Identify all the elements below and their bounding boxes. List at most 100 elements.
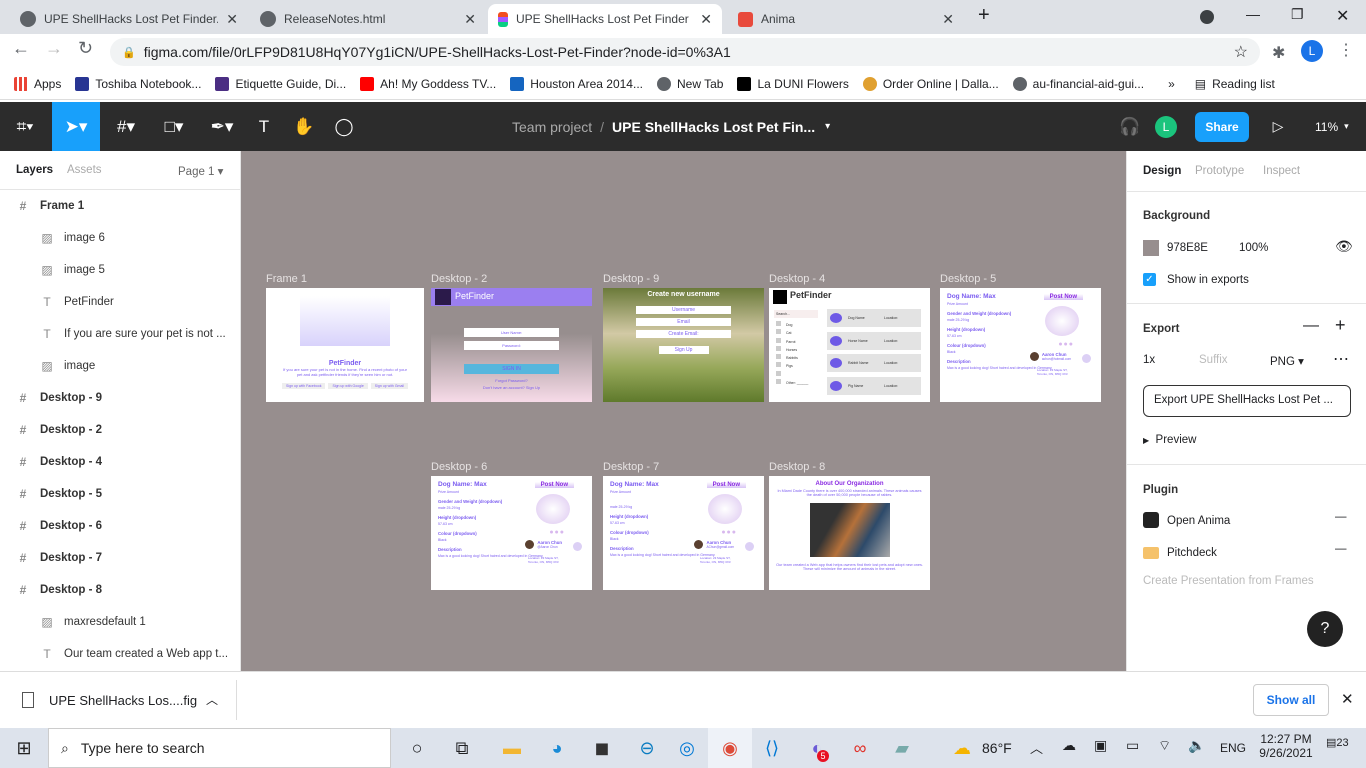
frame-1[interactable]: PetFinder If you are sure your pet is no… <box>266 288 424 402</box>
reload-icon[interactable]: ↻ <box>78 38 93 59</box>
present-icon[interactable]: ▷ <box>1268 102 1288 151</box>
layer-item[interactable]: # Desktop - 5 <box>0 478 240 510</box>
more-options-icon[interactable]: ⋯ <box>1333 349 1349 369</box>
extensions-icon[interactable]: ✱ <box>1272 43 1285 63</box>
app-icon[interactable]: ◎ <box>665 728 709 768</box>
suffix-input[interactable]: Suffix <box>1199 354 1228 366</box>
frame-label[interactable]: Frame 1 <box>266 273 307 285</box>
preview-toggle[interactable]: ▶ Preview <box>1143 434 1196 446</box>
tab-figma[interactable]: UPE ShellHacks Lost Pet Finder – Figma✕ <box>488 4 722 34</box>
add-export-icon[interactable]: + <box>1335 315 1346 336</box>
layer-item[interactable]: T Our team created a Web app t... <box>0 638 240 670</box>
bookmark-goddess[interactable]: Ah! My Goddess TV... <box>360 76 496 91</box>
layer-item[interactable]: # Desktop - 2 <box>0 414 240 446</box>
notifications-icon[interactable]: ▤23 <box>1326 736 1349 749</box>
layer-item[interactable]: T PetFinder <box>0 286 240 318</box>
rectangle-tool-icon[interactable]: □▾ <box>152 102 196 151</box>
format-dropdown[interactable]: PNG ▾ <box>1270 354 1304 368</box>
hand-tool-icon[interactable]: ✋ <box>290 102 318 151</box>
remove-plugin-icon[interactable]: — <box>1335 511 1347 523</box>
move-tool-icon[interactable]: ➤▾ <box>52 102 100 151</box>
comment-tool-icon[interactable]: ◯ <box>330 102 358 151</box>
export-button[interactable]: Export UPE ShellHacks Lost Pet ... <box>1143 385 1351 417</box>
layer-item[interactable]: # Desktop - 6 <box>0 510 240 542</box>
volume-icon[interactable]: 🔈 <box>1188 737 1205 754</box>
tray-icon[interactable]: ▣ <box>1094 737 1107 754</box>
tab-design[interactable]: Design <box>1143 165 1181 177</box>
weather-temp[interactable]: 86°F <box>982 740 1012 756</box>
bookmark-financial-aid[interactable]: au-financial-aid-gui... <box>1012 76 1144 91</box>
file-explorer-icon[interactable]: ▬ <box>490 728 534 768</box>
url-field[interactable]: 🔒 figma.com/file/0rLFP9D81U8HqY07Yg1iCN/U… <box>110 38 1260 66</box>
figma-menu-icon[interactable]: ⌗▾ <box>0 102 50 151</box>
minimize-icon[interactable]: — <box>1246 6 1260 22</box>
show-in-exports-checkbox[interactable]: ✓ <box>1143 273 1156 286</box>
frame-label[interactable]: Desktop - 4 <box>769 273 825 285</box>
new-tab-button[interactable]: + <box>978 4 990 27</box>
tab-prototype[interactable]: Prototype <box>1195 165 1244 177</box>
reading-list[interactable]: ▤ Reading list <box>1195 77 1275 91</box>
edge-icon[interactable]: ◕ <box>535 728 579 768</box>
layer-item[interactable]: # Desktop - 8 <box>0 574 240 606</box>
discord-icon[interactable]: ◐ 5 <box>795 728 839 768</box>
close-tab-icon[interactable]: ✕ <box>464 11 476 28</box>
page-selector[interactable]: Page 1 ▾ <box>178 164 223 178</box>
close-tab-icon[interactable]: ✕ <box>700 11 712 28</box>
language-indicator[interactable]: ENG <box>1220 741 1246 755</box>
tab-layers[interactable]: Layers <box>16 164 53 176</box>
show-all-button[interactable]: Show all <box>1253 684 1329 716</box>
desktop-4-frame[interactable]: PetFinder Search... Dog Cat Parrot Horses Ra… <box>769 288 930 402</box>
desktop-2-frame[interactable]: PetFinder User Name: Password: SIGN IN F… <box>431 288 592 402</box>
close-download-bar-icon[interactable]: ✕ <box>1341 690 1354 708</box>
back-icon[interactable]: ← <box>12 38 30 59</box>
remove-plugin-icon[interactable]: — <box>1335 543 1347 555</box>
export-scale-field[interactable]: 1x <box>1143 354 1155 366</box>
tab-assets[interactable]: Assets <box>67 164 102 176</box>
chrome-icon[interactable]: ◉ <box>708 728 752 768</box>
layer-item[interactable]: ▨ image 5 <box>0 254 240 286</box>
remove-export-icon[interactable]: — <box>1303 317 1319 335</box>
app-icon[interactable]: ▰ <box>880 728 924 768</box>
close-window-icon[interactable]: ✕ <box>1336 6 1349 26</box>
text-tool-icon[interactable]: T <box>250 102 278 151</box>
cortana-icon[interactable]: ○ <box>395 728 439 768</box>
battery-icon[interactable]: ▭ <box>1126 737 1139 754</box>
bookmarks-more[interactable]: » <box>1168 77 1175 91</box>
tab-inspect[interactable]: Inspect <box>1263 165 1300 177</box>
background-hex-field[interactable]: 978E8E <box>1167 242 1208 254</box>
bookmark-apps[interactable]: Apps <box>14 76 61 91</box>
frame-label[interactable]: Desktop - 5 <box>940 273 996 285</box>
layer-item[interactable]: # Frame 1 <box>0 190 240 222</box>
bookmark-toshiba[interactable]: Toshiba Notebook... <box>75 76 201 91</box>
windows-start-icon[interactable]: ⊞ <box>2 728 46 768</box>
zoom-dropdown[interactable]: 11% ▾ <box>1315 102 1349 151</box>
tab-anima[interactable]: Anima ✕ <box>728 4 964 34</box>
plugin-pitchdeck[interactable]: Pitchdeck <box>1167 547 1217 559</box>
figma-canvas[interactable]: Frame 1 PetFinder If you are sure your p… <box>241 151 1126 671</box>
frame-label[interactable]: Desktop - 9 <box>603 273 659 285</box>
frame-label[interactable]: Desktop - 6 <box>431 461 487 473</box>
background-opacity-field[interactable]: 100% <box>1239 242 1268 254</box>
layer-item[interactable]: ▨ image <box>0 350 240 382</box>
frame-label[interactable]: Desktop - 8 <box>769 461 825 473</box>
clock[interactable]: 12:27 PM 9/26/2021 <box>1256 732 1316 760</box>
frame-label[interactable]: Desktop - 2 <box>431 273 487 285</box>
chevron-up-icon[interactable]: ︿ <box>206 691 218 708</box>
creative-cloud-icon[interactable]: ∞ <box>838 728 882 768</box>
taskbar-search[interactable]: ⌕ Type here to search <box>48 728 391 768</box>
bookmark-la-duni[interactable]: La DUNI Flowers <box>737 76 849 91</box>
forward-icon[interactable]: → <box>45 38 63 59</box>
layer-item[interactable]: ▨ maxresdefault 1 <box>0 606 240 638</box>
bookmark-etiquette[interactable]: Etiquette Guide, Di... <box>215 76 346 91</box>
tray-chevron-icon[interactable]: ︿ <box>1030 738 1043 757</box>
layer-item[interactable]: # Desktop - 4 <box>0 446 240 478</box>
desktop-7-frame[interactable]: Dog Name: Max Prize Amount male 25-29 kg He… <box>603 476 764 590</box>
close-tab-icon[interactable]: ✕ <box>226 11 238 28</box>
tab-search-icon[interactable] <box>1200 10 1214 24</box>
headphones-icon[interactable]: 🎧 <box>1118 102 1142 151</box>
task-view-icon[interactable]: ⧉ <box>440 728 484 768</box>
tab-pdf[interactable]: UPE ShellHacks Lost Pet Finder.pdf ✕ <box>10 4 248 34</box>
layer-item[interactable]: ▨ image 6 <box>0 222 240 254</box>
pen-tool-icon[interactable]: ✒▾ <box>200 102 244 151</box>
app-icon[interactable]: ⊖ <box>625 728 669 768</box>
